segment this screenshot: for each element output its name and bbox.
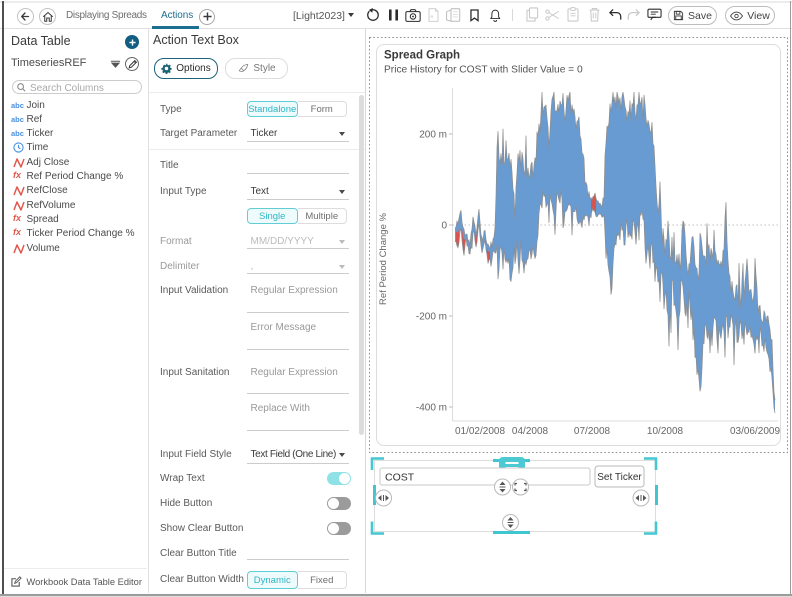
svg-text:-200 m: -200 m [416, 312, 447, 323]
svg-text:01/02/2008: 01/02/2008 [455, 426, 505, 437]
svg-text:04/2008: 04/2008 [512, 426, 549, 437]
svg-text:Price History for COST with Sl: Price History for COST with Slider Value… [384, 65, 583, 76]
svg-text:Ref Period Change %: Ref Period Change % [378, 213, 389, 305]
svg-text:A: A [430, 14, 434, 19]
svg-text:10/2008: 10/2008 [647, 426, 684, 437]
svg-text:Spread Graph: Spread Graph [384, 50, 460, 62]
svg-text:03/06/2009: 03/06/2009 [730, 426, 780, 437]
svg-text:0: 0 [441, 221, 447, 232]
svg-text:COST: COST [385, 472, 415, 484]
svg-text:-400 m: -400 m [416, 403, 447, 414]
svg-text:07/2008: 07/2008 [574, 426, 611, 437]
svg-text:Set Ticker: Set Ticker [597, 472, 642, 483]
svg-text:200 m: 200 m [419, 130, 447, 141]
